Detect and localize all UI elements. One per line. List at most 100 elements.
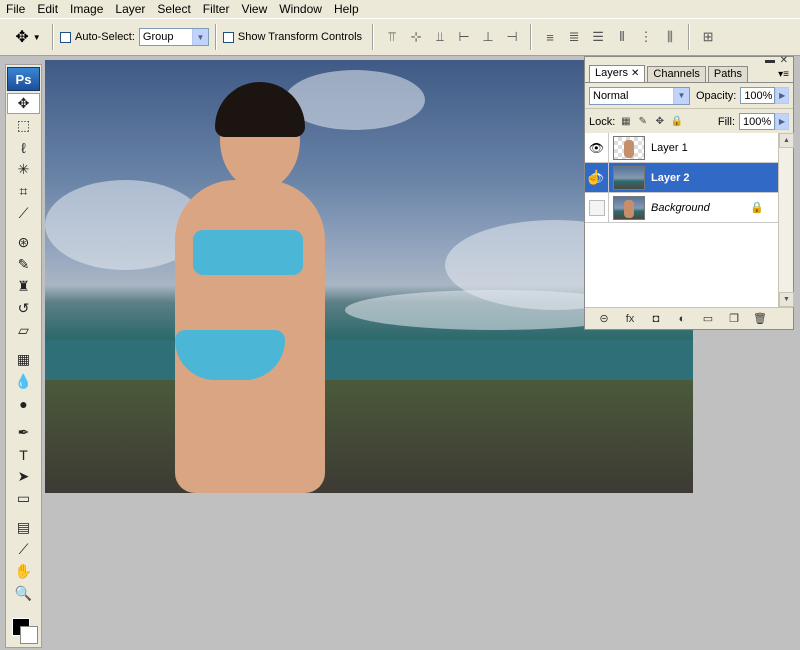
menu-edit[interactable]: Edit — [31, 0, 64, 18]
layers-scrollbar[interactable]: ▲ ▼ — [778, 133, 794, 307]
girl-leg-left — [193, 370, 248, 493]
notes-tool-icon[interactable]: ▤ — [7, 517, 40, 538]
distribute-vcenter-icon[interactable]: ≣ — [564, 27, 584, 47]
align-hcenter-icon[interactable]: ⊥ — [478, 27, 498, 47]
healing-tool-icon[interactable]: ⊛ — [7, 232, 40, 253]
layer-name: Background — [651, 201, 710, 214]
brush-tool-icon[interactable]: ✎ — [7, 254, 40, 275]
hand-tool-icon[interactable]: ✋ — [7, 561, 40, 582]
new-layer-icon[interactable]: ❐ — [725, 311, 743, 327]
menu-view[interactable]: View — [235, 0, 273, 18]
options-bar: ✥ ▼ Auto-Select: Group ▼ Show Transform C… — [0, 18, 800, 56]
eyedropper-tool-icon[interactable]: ⟋ — [7, 203, 40, 224]
auto-align-icon[interactable]: ⊞ — [698, 27, 718, 47]
menu-help[interactable]: Help — [328, 0, 365, 18]
align-bottom-icon[interactable]: ⫫ — [430, 27, 450, 47]
add-mask-icon[interactable]: ◘ — [647, 311, 665, 327]
menu-image[interactable]: Image — [64, 0, 109, 18]
menu-layer[interactable]: Layer — [109, 0, 151, 18]
align-top-icon[interactable]: ⫪ — [382, 27, 402, 47]
separator — [214, 24, 217, 50]
move-tool-icon[interactable]: ✥ — [7, 93, 40, 114]
scroll-up-icon[interactable]: ▲ — [779, 133, 794, 148]
checkbox-box[interactable] — [222, 31, 234, 43]
magic-wand-tool-icon[interactable]: ✳ — [7, 159, 40, 180]
city-below — [45, 380, 693, 493]
menu-file[interactable]: File — [0, 0, 31, 18]
marquee-tool-icon[interactable]: ⬚ — [7, 115, 40, 136]
dodge-tool-icon[interactable]: ● — [7, 393, 40, 414]
menu-window[interactable]: Window — [273, 0, 328, 18]
photoshop-logo[interactable]: Ps — [7, 67, 40, 91]
eyedropper2-tool-icon[interactable]: ⟋ — [7, 539, 40, 560]
tab-channels[interactable]: Channels — [647, 66, 706, 82]
chevron-down-icon: ▼ — [672, 87, 689, 104]
tab-paths[interactable]: Paths — [707, 66, 749, 82]
panel-tabs: Layers ✕ Channels Paths — [585, 65, 793, 83]
eye-hidden-icon[interactable] — [585, 192, 609, 223]
lock-position-icon[interactable]: ✥ — [653, 115, 666, 128]
tab-layers[interactable]: Layers ✕ — [589, 65, 646, 82]
shape-tool-icon[interactable]: ▭ — [7, 488, 40, 509]
layer-row-layer-2[interactable]: 👁 Layer 2 ☝ — [585, 162, 778, 193]
align-right-icon[interactable]: ⊣ — [502, 27, 522, 47]
distribute-top-icon[interactable]: ≡ — [540, 27, 560, 47]
blend-mode-dropdown[interactable]: Normal ▼ — [589, 86, 690, 105]
close-icon[interactable]: ✕ — [780, 56, 788, 66]
adjustment-layer-icon[interactable]: ◐ — [673, 311, 691, 327]
distribute-left-icon[interactable]: ⦀ — [612, 27, 632, 47]
blur-tool-icon[interactable]: 💧 — [7, 371, 40, 392]
fx-icon[interactable]: fx — [621, 311, 639, 327]
chevron-right-icon[interactable]: ▶ — [775, 87, 789, 104]
eye-icon[interactable]: 👁 — [585, 132, 609, 163]
chevron-right-icon[interactable]: ▶ — [775, 113, 789, 130]
auto-select-dropdown[interactable]: Group ▼ — [138, 28, 209, 46]
distribute-bottom-icon[interactable]: ☰ — [588, 27, 608, 47]
show-transform-label: Show Transform Controls — [237, 31, 363, 43]
bikini-top — [193, 230, 303, 275]
lock-pixels-icon[interactable]: ✎ — [636, 115, 649, 128]
path-select-tool-icon[interactable]: ➤ — [7, 466, 40, 487]
gradient-tool-icon[interactable]: ▦ — [7, 349, 40, 370]
align-vcenter-icon[interactable]: ⊹ — [406, 27, 426, 47]
layer-row-background[interactable]: Background 🔒 — [585, 192, 778, 223]
lock-all-icon[interactable]: 🔒 — [670, 115, 683, 128]
girl-leg-right — [245, 370, 300, 493]
opacity-input[interactable]: 100% — [740, 87, 776, 104]
stamp-tool-icon[interactable]: ♜ — [7, 276, 40, 297]
new-group-icon[interactable]: ▭ — [699, 311, 717, 327]
type-tool-icon[interactable]: T — [7, 444, 40, 465]
crop-tool-icon[interactable]: ⌗ — [7, 181, 40, 202]
minimize-icon[interactable]: ▬ — [765, 56, 775, 66]
blend-row: Normal ▼ Opacity: 100% ▶ — [585, 83, 793, 109]
fill-input[interactable]: 100% — [739, 113, 775, 130]
fill-label: Fill: — [717, 115, 735, 128]
menu-filter[interactable]: Filter — [197, 0, 236, 18]
show-transform-checkbox[interactable]: Show Transform Controls — [222, 31, 363, 43]
delete-layer-icon[interactable]: 🗑 — [751, 311, 769, 327]
distribute-right-icon[interactable]: ⫼ — [660, 27, 680, 47]
pen-tool-icon[interactable]: ✒ — [7, 422, 40, 443]
distribute-hcenter-icon[interactable]: ⋮ — [636, 27, 656, 47]
align-left-icon[interactable]: ⊢ — [454, 27, 474, 47]
menu-select[interactable]: Select — [151, 0, 196, 18]
eraser-tool-icon[interactable]: ▱ — [7, 320, 40, 341]
tools-panel: Ps ✥ ⬚ ℓ ✳ ⌗ ⟋ ⊛ ✎ ♜ ↺ ▱ ▦ 💧 ● ✒ T ➤ ▭ ▤ ⟋ ✋ 🔍 — [5, 64, 42, 648]
close-icon[interactable]: ✕ — [631, 68, 639, 79]
lock-row: Lock: ▦ ✎ ✥ 🔒 Fill: 100% ▶ — [585, 109, 793, 135]
lock-transparent-icon[interactable]: ▦ — [619, 115, 632, 128]
layer-row-layer-1[interactable]: 👁 Layer 1 — [585, 132, 778, 163]
history-brush-tool-icon[interactable]: ↺ — [7, 298, 40, 319]
checkbox-box[interactable] — [60, 31, 71, 43]
auto-select-checkbox[interactable]: Auto-Select: — [60, 31, 135, 43]
panel-titlebar: ▬ ✕ — [585, 56, 793, 66]
link-layers-icon[interactable]: ⊝ — [595, 311, 613, 327]
layer-thumbnail — [613, 135, 645, 160]
scroll-down-icon[interactable]: ▼ — [779, 292, 794, 307]
move-tool-icon[interactable]: ✥ ▼ — [10, 24, 46, 50]
chevron-down-icon: ▼ — [191, 29, 208, 45]
background-color-swatch[interactable] — [20, 626, 38, 644]
panel-menu-icon[interactable]: ▾≡ — [778, 69, 789, 80]
zoom-tool-icon[interactable]: 🔍 — [7, 583, 40, 604]
lasso-tool-icon[interactable]: ℓ — [7, 137, 40, 158]
